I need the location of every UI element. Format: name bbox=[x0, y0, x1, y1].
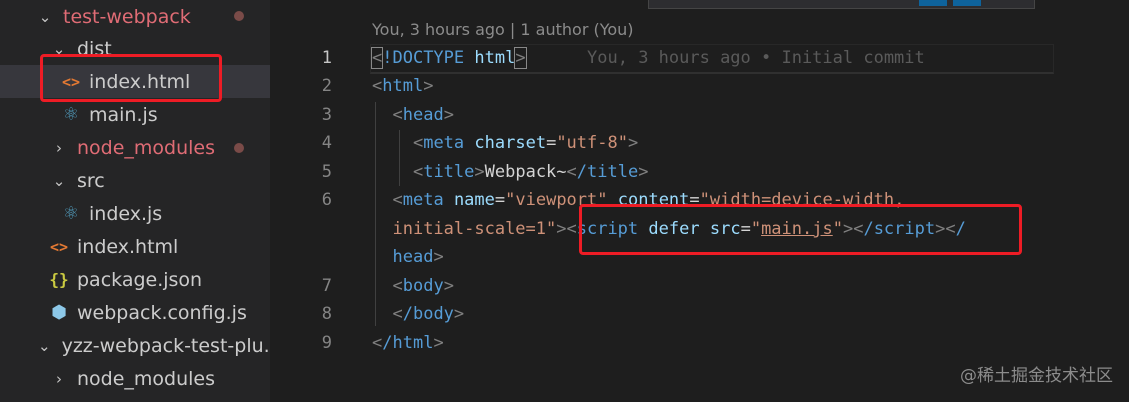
tree-item-label: package.json bbox=[77, 268, 203, 291]
watermark: @稀土掘金技术社区 bbox=[960, 366, 1113, 386]
line-number: 4 bbox=[321, 133, 332, 153]
line-number: 8 bbox=[321, 304, 332, 324]
line-number: 6 bbox=[321, 190, 332, 210]
chevron-right-icon: › bbox=[56, 369, 62, 388]
codelens-blame[interactable]: You, 3 hours ago | 1 author (You) bbox=[372, 20, 634, 39]
chevron-right-icon: › bbox=[56, 138, 62, 157]
tree-item-label: node_modules bbox=[77, 367, 216, 390]
tree-file-webpack-config[interactable]: ⬢ webpack.config.js bbox=[0, 296, 270, 329]
tree-folder-node-modules[interactable]: › node_modules bbox=[0, 131, 270, 164]
tree-item-label: node_modules bbox=[77, 136, 216, 159]
tree-item-label: index.html bbox=[77, 235, 179, 258]
webpack-cube-icon: ⬢ bbox=[51, 302, 67, 323]
chevron-down-icon: ⌄ bbox=[38, 336, 51, 355]
tree-item-label: src bbox=[77, 169, 105, 192]
json-braces-icon: {} bbox=[49, 270, 69, 289]
chevron-down-icon: ⌄ bbox=[38, 7, 52, 26]
widget-button[interactable] bbox=[919, 0, 947, 6]
tree-folder-node-modules-2[interactable]: › node_modules bbox=[0, 362, 270, 395]
tree-file-index-html[interactable]: <> index.html bbox=[0, 230, 270, 263]
explorer-sidebar: ⌄ test-webpack ⌄ dist <> index.html ⚛ ma… bbox=[0, 0, 270, 402]
react-atom-icon: ⚛ bbox=[62, 104, 80, 125]
line-number: 7 bbox=[321, 276, 332, 296]
highlight-box bbox=[40, 54, 222, 102]
tree-item-label: test-webpack bbox=[63, 5, 191, 28]
code-line-7: <body> bbox=[392, 276, 454, 296]
line-number: 5 bbox=[321, 162, 332, 182]
code-editor[interactable]: You, 3 hours ago | 1 author (You) 1 2 3 … bbox=[270, 0, 1129, 402]
tree-file-main-js[interactable]: ⚛ main.js bbox=[0, 98, 270, 131]
line-number: 9 bbox=[321, 333, 332, 353]
tree-item-label: yzz-webpack-test-plu... bbox=[61, 334, 270, 357]
react-atom-icon: ⚛ bbox=[62, 203, 80, 224]
modified-dot-icon bbox=[234, 143, 244, 153]
code-line-4: <meta charset="utf-8"> bbox=[412, 133, 639, 153]
code-line-2: <html> bbox=[372, 76, 434, 96]
tree-folder-src[interactable]: ⌄ src bbox=[0, 164, 270, 197]
find-widget bbox=[648, 0, 1035, 9]
tree-folder-yzz-webpack-test-plugin[interactable]: ⌄ yzz-webpack-test-plu... bbox=[0, 329, 270, 362]
code-line-9: </html> bbox=[372, 333, 444, 353]
tree-item-label: main.js bbox=[89, 103, 158, 126]
highlight-box bbox=[579, 204, 1022, 255]
modified-dot-icon bbox=[234, 11, 244, 21]
tree-item-label: webpack.config.js bbox=[77, 301, 247, 324]
line-number: 2 bbox=[321, 76, 332, 96]
widget-button[interactable] bbox=[953, 0, 981, 6]
tree-file-package-json[interactable]: {} package.json bbox=[0, 263, 270, 296]
code-line-3: <head> bbox=[392, 105, 454, 125]
tree-item-label: index.js bbox=[89, 202, 163, 225]
code-line-1: <!DOCTYPE html> You, 3 hours ago • Initi… bbox=[370, 47, 925, 69]
tree-folder-test-webpack[interactable]: ⌄ test-webpack bbox=[0, 0, 270, 33]
inline-blame: You, 3 hours ago • Initial commit bbox=[587, 48, 925, 68]
code-line-5: <title>Webpack~</title> bbox=[412, 162, 649, 182]
line-number: 3 bbox=[321, 105, 332, 125]
chevron-down-icon: ⌄ bbox=[52, 171, 66, 190]
line-number: 1 bbox=[321, 48, 332, 68]
tree-file-src-index-js[interactable]: ⚛ index.js bbox=[0, 197, 270, 230]
code-line-6-wrap-2: head> bbox=[392, 247, 444, 267]
html-file-icon: <> bbox=[49, 237, 69, 256]
code-line-8: </body> bbox=[392, 304, 465, 324]
